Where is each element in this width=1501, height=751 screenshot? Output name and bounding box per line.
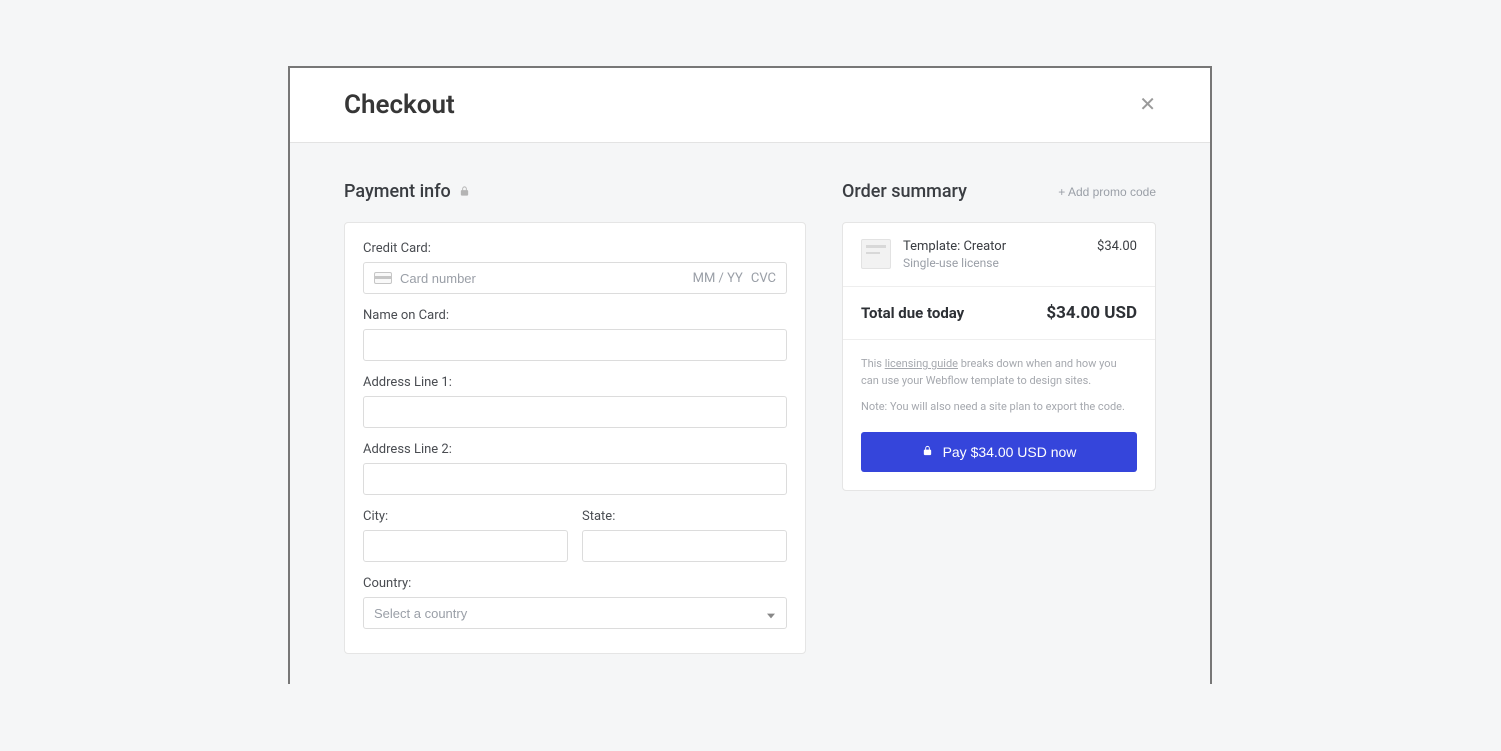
credit-card-field: Credit Card: MM / YY CVC — [363, 241, 787, 294]
close-icon: ✕ — [1139, 94, 1156, 116]
summary-section-title: Order summary — [842, 181, 967, 202]
city-label: City: — [363, 509, 568, 524]
name-on-card-input[interactable] — [363, 329, 787, 361]
order-item: Template: Creator Single-use license $34… — [843, 223, 1155, 287]
state-field: State: — [582, 509, 787, 562]
country-select[interactable]: Select a country — [363, 597, 787, 629]
payment-column: Payment info Credit Card: MM / YY CVC — [344, 181, 806, 654]
order-item-price: $34.00 — [1097, 239, 1137, 270]
credit-card-icon — [374, 272, 392, 284]
name-on-card-label: Name on Card: — [363, 308, 787, 323]
pay-button-label: Pay $34.00 USD now — [943, 444, 1077, 460]
page-title: Checkout — [344, 90, 455, 120]
address2-field: Address Line 2: — [363, 442, 787, 495]
address1-field: Address Line 1: — [363, 375, 787, 428]
order-total-row: Total due today $34.00 USD — [843, 287, 1155, 340]
payment-form-panel: Credit Card: MM / YY CVC Name on Card: A… — [344, 222, 806, 654]
summary-column: Order summary + Add promo code Template:… — [842, 181, 1156, 491]
modal-header: Checkout ✕ — [290, 68, 1210, 143]
card-number-input[interactable] — [400, 271, 685, 286]
state-input[interactable] — [582, 530, 787, 562]
payment-section-title: Payment info — [344, 181, 451, 202]
city-input[interactable] — [363, 530, 568, 562]
payment-section-header: Payment info — [344, 181, 806, 202]
total-label: Total due today — [861, 304, 964, 322]
card-expiry-placeholder: MM / YY — [693, 271, 743, 286]
order-note-block: This licensing guide breaks down when an… — [843, 340, 1155, 490]
country-field: Country: Select a country — [363, 576, 787, 629]
modal-body: Payment info Credit Card: MM / YY CVC — [290, 143, 1210, 692]
site-plan-note: Note: You will also need a site plan to … — [861, 399, 1137, 416]
address1-input[interactable] — [363, 396, 787, 428]
lock-icon — [459, 182, 470, 201]
lock-icon — [922, 444, 933, 460]
summary-section-header: Order summary + Add promo code — [842, 181, 1156, 202]
pay-button[interactable]: Pay $34.00 USD now — [861, 432, 1137, 472]
order-item-title: Template: Creator — [903, 239, 1085, 254]
order-item-subtitle: Single-use license — [903, 256, 1085, 270]
card-input-wrap[interactable]: MM / YY CVC — [363, 262, 787, 294]
add-promo-code-link[interactable]: + Add promo code — [1058, 185, 1156, 199]
card-cvc-placeholder: CVC — [751, 271, 776, 286]
name-on-card-field: Name on Card: — [363, 308, 787, 361]
licensing-guide-link[interactable]: licensing guide — [885, 357, 958, 370]
address2-input[interactable] — [363, 463, 787, 495]
country-label: Country: — [363, 576, 787, 591]
order-summary-panel: Template: Creator Single-use license $34… — [842, 222, 1156, 491]
credit-card-label: Credit Card: — [363, 241, 787, 256]
product-thumbnail — [861, 239, 891, 269]
close-button[interactable]: ✕ — [1139, 95, 1156, 115]
city-field: City: — [363, 509, 568, 562]
address1-label: Address Line 1: — [363, 375, 787, 390]
note-prefix: This — [861, 357, 885, 370]
address2-label: Address Line 2: — [363, 442, 787, 457]
state-label: State: — [582, 509, 787, 524]
checkout-modal: Checkout ✕ Payment info Credit Card: MM — [288, 66, 1212, 684]
licensing-note: This licensing guide breaks down when an… — [861, 356, 1137, 389]
total-value: $34.00 USD — [1046, 303, 1137, 323]
